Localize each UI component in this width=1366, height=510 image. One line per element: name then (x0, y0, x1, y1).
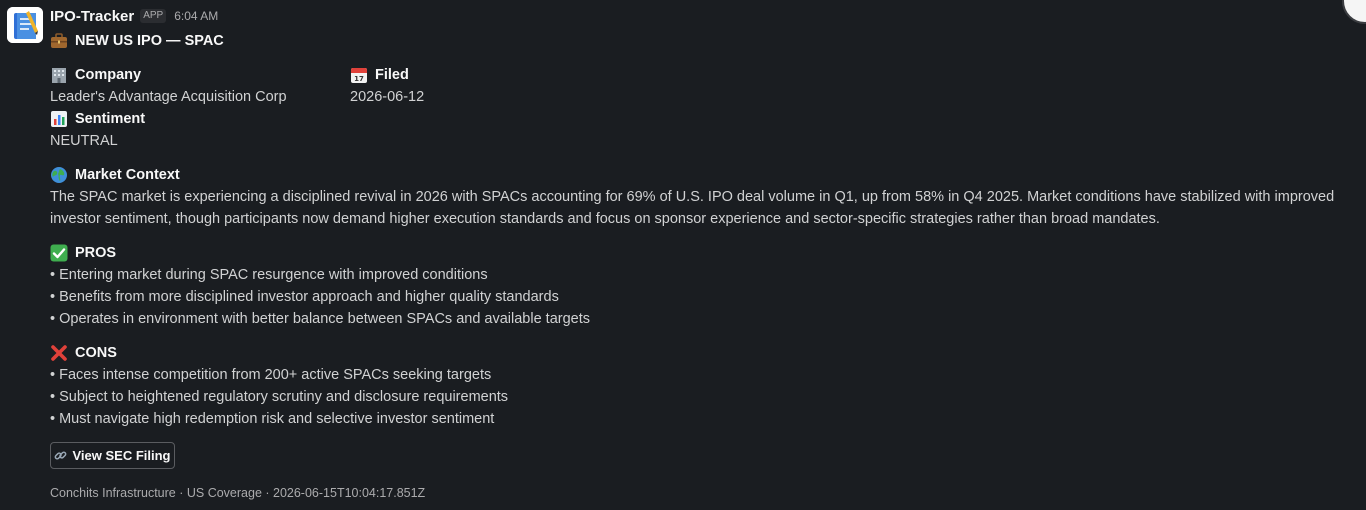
filed-value: 2026-06-12 (350, 89, 425, 105)
sentiment-value: NEUTRAL (50, 133, 118, 149)
calendar-icon: 17 (351, 68, 367, 83)
pros-label-row: PROS (50, 242, 116, 264)
view-sec-filing-button[interactable]: View SEC Filing (50, 442, 175, 469)
notebook-icon (7, 7, 43, 43)
cons-item: • Faces intense competition from 200+ ac… (50, 367, 492, 383)
pros-item: • Operates in environment with better ba… (50, 311, 591, 327)
filed-label-row: 17 Filed (350, 64, 409, 86)
company-label: Company (75, 67, 142, 83)
market-context-text: The SPAC market is experiencing a discip… (50, 189, 1335, 227)
svg-text:17: 17 (354, 75, 364, 83)
message-title: NEW US IPO — SPAC (50, 30, 224, 52)
message-header: IPO-Tracker APP 6:04 AM (50, 6, 218, 26)
pros-item: • Benefits from more disciplined investo… (50, 289, 559, 305)
sentiment-label-row: Sentiment (50, 108, 145, 130)
cons-item: • Must navigate high redemption risk and… (50, 411, 495, 427)
reaction-button[interactable] (1342, 0, 1366, 24)
link-icon (55, 451, 67, 460)
app-name[interactable]: IPO-Tracker (50, 8, 134, 25)
app-avatar[interactable] (7, 7, 43, 43)
briefcase-icon (51, 33, 67, 48)
message-footer: Conchits Infrastructure · US Coverage · … (50, 486, 426, 500)
cross-mark-icon (51, 345, 67, 361)
market-context-label: Market Context (75, 167, 180, 183)
bar-chart-icon (51, 111, 67, 127)
cons-label-row: CONS (50, 342, 117, 364)
timestamp[interactable]: 6:04 AM (174, 9, 218, 23)
sentiment-label: Sentiment (75, 111, 146, 127)
pros-label: PROS (75, 245, 117, 261)
check-mark-icon (50, 244, 68, 262)
company-value: Leader's Advantage Acquisition Corp (50, 89, 287, 105)
cons-item: • Subject to heightened regulatory scrut… (50, 389, 509, 405)
company-label-row: Company (50, 64, 141, 86)
app-badge: APP (140, 9, 167, 23)
cons-label: CONS (75, 345, 117, 361)
office-building-icon (52, 68, 66, 83)
pros-item: • Entering market during SPAC resurgence… (50, 267, 488, 283)
filed-label: Filed (375, 67, 409, 83)
view-sec-filing-label: View SEC Filing (72, 448, 171, 463)
title-text: NEW US IPO — SPAC (75, 33, 224, 49)
globe-icon (51, 167, 67, 183)
market-context-label-row: Market Context (50, 164, 180, 186)
